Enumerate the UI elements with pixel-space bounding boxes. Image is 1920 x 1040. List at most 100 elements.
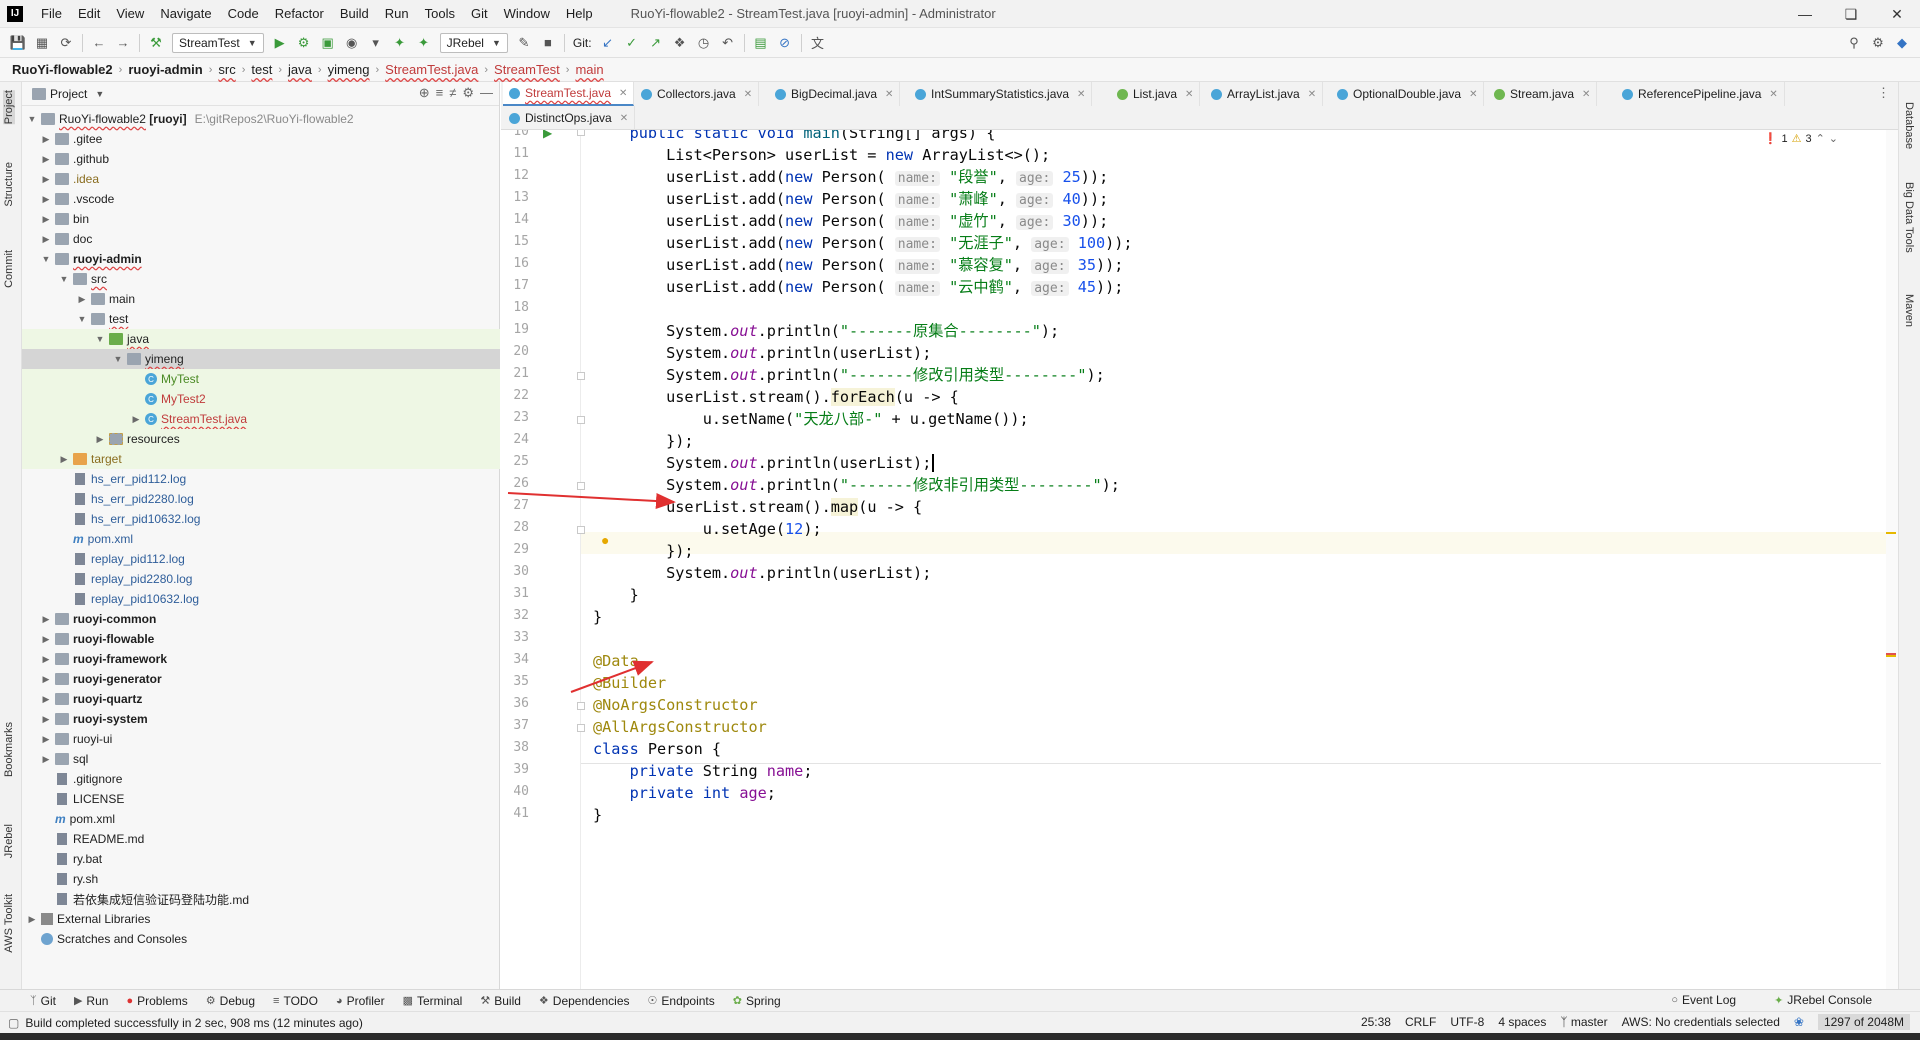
tree-item-ruoyi-generator[interactable]: ▶ ruoyi-generator: [22, 669, 500, 689]
close-icon[interactable]: ✕: [619, 88, 627, 99]
tab-optionaldouble[interactable]: OptionalDouble.java ✕: [1331, 82, 1485, 106]
menu-refactor[interactable]: Refactor: [267, 6, 332, 21]
breadcrumb-class[interactable]: StreamTest: [494, 62, 560, 77]
error-marker[interactable]: [1886, 653, 1896, 655]
tree-item-gitignore[interactable]: .gitignore: [22, 769, 500, 789]
aws-credentials[interactable]: AWS: No credentials selected: [1622, 1015, 1780, 1029]
tree-item-ry-bat[interactable]: ry.bat: [22, 849, 500, 869]
menu-code[interactable]: Code: [220, 6, 267, 21]
tree-item-ruoyi-admin[interactable]: ▼ ruoyi-admin: [22, 249, 500, 269]
tree-item-ruoyi-ui[interactable]: ▶ ruoyi-ui: [22, 729, 500, 749]
tree-item-idea[interactable]: ▶ .idea: [22, 169, 500, 189]
chevron-down-icon[interactable]: ▼: [95, 89, 104, 99]
tree-item-vscode[interactable]: ▶ .vscode: [22, 189, 500, 209]
tree-item-ruoyi-quartz[interactable]: ▶ ruoyi-quartz: [22, 689, 500, 709]
tree-item-test[interactable]: ▼ test: [22, 309, 500, 329]
debug-icon[interactable]: ⚙: [292, 32, 316, 54]
coverage-icon[interactable]: ▣: [316, 32, 340, 54]
warning-marker[interactable]: [1886, 655, 1896, 657]
indent-setting[interactable]: 4 spaces: [1498, 1015, 1546, 1029]
more-run-icon[interactable]: ▾: [364, 32, 388, 54]
tree-item-external-libraries[interactable]: ▶ External Libraries: [22, 909, 500, 929]
jrebel-debug-icon[interactable]: ✦: [412, 32, 436, 54]
tree-item-sms-md[interactable]: 若依集成短信验证码登陆功能.md: [22, 889, 500, 909]
minimize-button[interactable]: —: [1782, 0, 1828, 28]
tool-event-log[interactable]: ○ Event Log: [1671, 993, 1736, 1007]
tab-bigdecimal[interactable]: BigDecimal.java ✕: [769, 82, 901, 106]
close-icon[interactable]: ✕: [1185, 89, 1193, 100]
git-history-icon[interactable]: ◷: [692, 32, 716, 54]
close-icon[interactable]: ✕: [1077, 89, 1085, 100]
chevron-up-icon[interactable]: ⌃: [1816, 132, 1825, 145]
tool-debug[interactable]: ⚙ Debug: [206, 994, 255, 1008]
save-icon[interactable]: 💾: [6, 32, 30, 54]
git-branch[interactable]: ᛉ master: [1560, 1015, 1607, 1029]
fold-marker-icon[interactable]: [577, 482, 585, 490]
tree-item-scratches[interactable]: Scratches and Consoles: [22, 929, 500, 949]
stripe-big-data-tools[interactable]: Big Data Tools: [1903, 182, 1915, 253]
close-icon[interactable]: ✕: [885, 89, 893, 100]
tree-item-gitee[interactable]: ▶ .gitee: [22, 129, 500, 149]
tree-item-sql[interactable]: ▶ sql: [22, 749, 500, 769]
tab-distinctops[interactable]: DistinctOps.java ✕: [503, 106, 636, 130]
fold-marker-icon[interactable]: [577, 130, 585, 136]
tree-item-main[interactable]: ▶ main: [22, 289, 500, 309]
tree-item-ruoyi-system[interactable]: ▶ ruoyi-system: [22, 709, 500, 729]
stripe-maven[interactable]: Maven: [1903, 294, 1915, 327]
code-editor[interactable]: 10 11 12 13 14 15 16 17 18 19 20 21 22 2…: [501, 130, 1898, 989]
toolbox-icon[interactable]: ◆: [1890, 32, 1914, 54]
tree-item-bin[interactable]: ▶ bin: [22, 209, 500, 229]
coverage-report-icon[interactable]: ▤: [749, 32, 773, 54]
tab-arraylist[interactable]: ArrayList.java ✕: [1205, 82, 1324, 106]
close-icon[interactable]: ✕: [1769, 89, 1777, 100]
menu-window[interactable]: Window: [496, 6, 558, 21]
breadcrumb-file[interactable]: StreamTest.java: [385, 62, 478, 77]
tree-item-root-pom[interactable]: m pom.xml: [22, 809, 500, 829]
tree-item-github[interactable]: ▶ .github: [22, 149, 500, 169]
breadcrumb-project[interactable]: RuoYi-flowable2: [12, 62, 113, 77]
run-gutter-icon[interactable]: ▶: [543, 130, 552, 140]
tree-item-replay-112[interactable]: replay_pid112.log: [22, 549, 500, 569]
tool-terminal[interactable]: ▩ Terminal: [403, 994, 463, 1008]
tree-item-ruoyi-common[interactable]: ▶ ruoyi-common: [22, 609, 500, 629]
tree-item-ry-sh[interactable]: ry.sh: [22, 869, 500, 889]
stripe-commit[interactable]: Commit: [3, 250, 15, 288]
tab-intsummarystatistics[interactable]: IntSummaryStatistics.java ✕: [909, 82, 1093, 106]
tab-referencepipeline[interactable]: ReferencePipeline.java ✕: [1616, 82, 1785, 106]
close-window-button[interactable]: ✕: [1874, 0, 1920, 28]
breadcrumb-module[interactable]: ruoyi-admin: [128, 62, 202, 77]
tree-item-admin-pom[interactable]: m pom.xml: [22, 529, 500, 549]
tree-item-java[interactable]: ▼ java: [22, 329, 500, 349]
tree-item-hs-err-2280[interactable]: hs_err_pid2280.log: [22, 489, 500, 509]
close-icon[interactable]: ✕: [1308, 89, 1316, 100]
tab-stream[interactable]: Stream.java ✕: [1488, 82, 1598, 106]
tree-item-resources[interactable]: ▶ resources: [22, 429, 500, 449]
translate-icon[interactable]: 文: [806, 32, 830, 54]
menu-view[interactable]: View: [108, 6, 152, 21]
tab-streamtest[interactable]: StreamTest.java ✕: [503, 82, 635, 106]
tree-item-doc[interactable]: ▶ doc: [22, 229, 500, 249]
fold-marker-icon[interactable]: [577, 526, 585, 534]
breadcrumb-yimeng[interactable]: yimeng: [328, 62, 370, 77]
save-all-icon[interactable]: ▦: [30, 32, 54, 54]
menu-build[interactable]: Build: [332, 6, 377, 21]
tool-dependencies[interactable]: ❖ Dependencies: [539, 994, 630, 1008]
chevron-down-icon[interactable]: ⌄: [1829, 132, 1838, 145]
back-icon[interactable]: ←: [87, 32, 111, 54]
search-icon[interactable]: ⚲: [1842, 32, 1866, 54]
status-toggle-icon[interactable]: ▢: [8, 1016, 19, 1030]
tree-item-license[interactable]: LICENSE: [22, 789, 500, 809]
close-icon[interactable]: ✕: [744, 89, 752, 100]
tool-run[interactable]: ▶ Run: [74, 994, 108, 1008]
hide-panel-icon[interactable]: —: [480, 85, 493, 101]
tree-item-yimeng[interactable]: ▼ yimeng: [22, 349, 500, 369]
stripe-database[interactable]: Database: [1903, 102, 1915, 149]
locate-icon[interactable]: ⊕: [419, 85, 430, 101]
editor-scrollbar[interactable]: [1886, 130, 1898, 989]
stripe-aws-toolkit[interactable]: AWS Toolkit: [3, 894, 15, 953]
tree-item-src[interactable]: ▼ src: [22, 269, 500, 289]
collapse-all-icon[interactable]: ≠: [449, 85, 456, 101]
sync-icon[interactable]: ⟳: [54, 32, 78, 54]
build-hammer-icon[interactable]: ⚒: [144, 32, 168, 54]
tree-item-replay-2280[interactable]: replay_pid2280.log: [22, 569, 500, 589]
